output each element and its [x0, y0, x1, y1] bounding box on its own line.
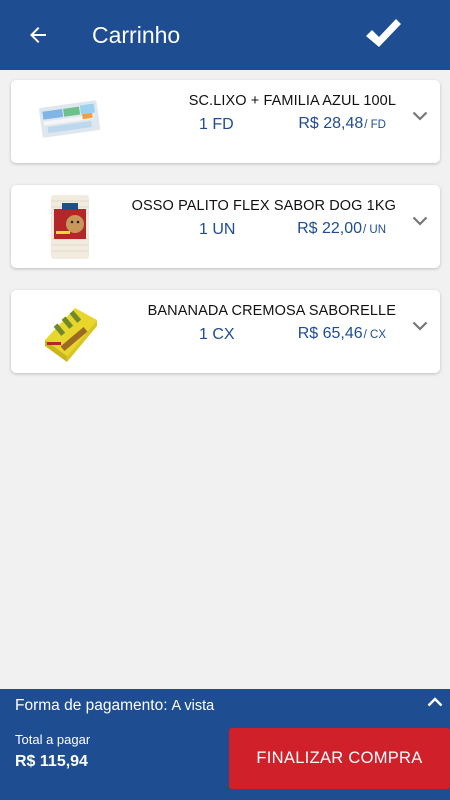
item-quantity: 1 FD — [199, 116, 234, 133]
chevron-down-icon[interactable] — [412, 108, 428, 124]
item-quantity: 1 CX — [199, 326, 235, 343]
item-price-group: R$ 22,00/ UN — [297, 220, 386, 238]
finish-purchase-button[interactable]: FINALIZAR COMPRA — [229, 728, 450, 789]
trash-bags-product-image — [35, 90, 105, 154]
page-title: Carrinho — [92, 21, 181, 48]
total-label: Total a pagar — [15, 732, 91, 747]
item-price: R$ 65,46 — [297, 325, 363, 342]
cart-item[interactable]: BANANADA CREMOSA SABORELLE 1 CX R$ 65,46… — [11, 290, 440, 373]
back-button[interactable] — [18, 15, 58, 55]
item-price-group: R$ 65,46/ CX — [298, 325, 386, 343]
item-quantity: 1 UN — [199, 221, 236, 238]
item-unit: / CX — [363, 329, 386, 341]
candy-box-product-image — [35, 300, 105, 364]
item-price: R$ 22,00 — [297, 220, 362, 237]
cart-item[interactable]: OSSO PALITO FLEX SABOR DOG 1KG 1 UN R$ 2… — [11, 185, 440, 268]
app-bar: Carrinho — [0, 0, 450, 70]
chevron-down-icon[interactable] — [412, 213, 428, 229]
chevron-down-icon[interactable] — [412, 318, 428, 334]
item-name: SC.LIXO + FAMILIA AZUL 100L — [188, 93, 396, 109]
checkmark-icon — [366, 19, 401, 47]
confirm-button[interactable] — [362, 14, 404, 56]
checkout-footer: Forma de pagamento: A vista Total a paga… — [0, 689, 450, 800]
payment-method-row[interactable]: Forma de pagamento: A vista — [15, 693, 450, 719]
item-unit: / UN — [363, 224, 386, 236]
item-name: BANANADA CREMOSA SABORELLE — [147, 303, 396, 319]
chevron-up-icon[interactable] — [426, 693, 444, 711]
arrow-left-icon — [30, 27, 46, 43]
cart-item[interactable]: SC.LIXO + FAMILIA AZUL 100L 1 FD R$ 28,4… — [11, 80, 440, 163]
payment-method-value: A vista — [171, 698, 215, 714]
item-unit: / FD — [364, 119, 386, 131]
total-value: R$ 115,94 — [15, 753, 88, 770]
item-name: OSSO PALITO FLEX SABOR DOG 1KG — [131, 198, 396, 214]
dog-treat-product-image — [35, 195, 105, 259]
item-price-group: R$ 28,48/ FD — [298, 115, 386, 133]
item-price: R$ 28,48 — [298, 115, 364, 132]
payment-method-label: Forma de pagamento: — [15, 697, 168, 714]
cart-item-list: SC.LIXO + FAMILIA AZUL 100L 1 FD R$ 28,4… — [11, 80, 440, 395]
